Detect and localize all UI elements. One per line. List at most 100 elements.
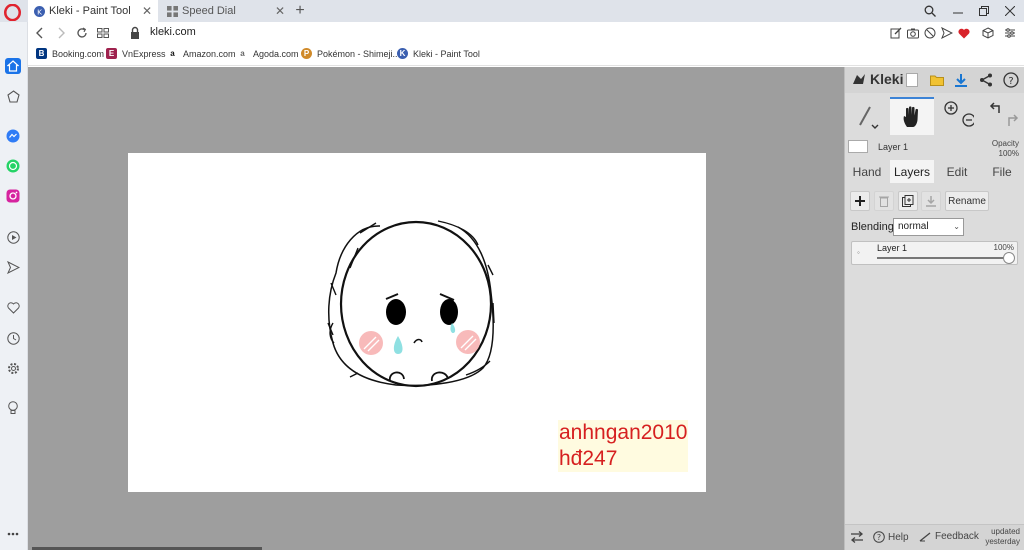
merge-down-icon: [926, 196, 936, 207]
kleki-bird-icon: [853, 74, 865, 84]
bookmark-pokemon-shimeji[interactable]: P Pokémon - Shimeji...: [301, 48, 400, 59]
undo-icon[interactable]: [989, 102, 1000, 113]
forward-icon[interactable]: [52, 24, 70, 42]
brush-tool-button[interactable]: [849, 97, 889, 135]
lightbulb-icon[interactable]: [5, 400, 21, 416]
minimize-icon[interactable]: [949, 2, 967, 20]
opacity-indicator: Opacity 100%: [992, 139, 1019, 159]
layer-item-opacity: 100%: [993, 243, 1014, 252]
extensions-cube-icon[interactable]: [980, 25, 996, 41]
tab-title: Speed Dial: [182, 5, 236, 17]
layer-item-name: Layer 1: [877, 243, 908, 253]
swap-side-icon[interactable]: [850, 531, 864, 543]
tab-layers[interactable]: Layers: [890, 160, 934, 183]
opacity-value: 100%: [998, 149, 1019, 158]
bookmark-label: Pokémon - Shimeji...: [317, 48, 401, 59]
settings-icon[interactable]: [5, 360, 21, 376]
restore-icon[interactable]: [975, 2, 993, 20]
instagram-icon[interactable]: [5, 188, 21, 204]
help-button[interactable]: ? Help: [873, 531, 909, 543]
send-icon[interactable]: [5, 259, 21, 275]
bookmarks-bar: B Booking.com E VnExpress a Amazon.com a…: [28, 44, 1024, 66]
tab-edit[interactable]: Edit: [935, 160, 979, 183]
snapshot-camera-icon[interactable]: [905, 25, 921, 41]
new-tab-button[interactable]: +: [292, 1, 308, 21]
kleki-footer: ? Help Feedback updated yesterday: [845, 524, 1024, 550]
redo-icon[interactable]: [1008, 114, 1019, 126]
vnexpress-icon: E: [106, 48, 117, 59]
close-window-icon[interactable]: [1001, 2, 1019, 20]
back-icon[interactable]: [31, 24, 49, 42]
rename-layer-button[interactable]: Rename: [945, 191, 989, 211]
kleki-tabs: Hand Layers Edit File: [845, 160, 1024, 183]
url-field[interactable]: kleki.com: [150, 26, 196, 38]
bookmark-booking[interactable]: B Booking.com: [36, 48, 104, 59]
easy-setup-icon[interactable]: [1002, 25, 1018, 41]
opacity-label: Opacity: [991, 139, 1019, 148]
opera-sidebar: [0, 22, 28, 550]
kleki-favicon-icon: K: [34, 5, 45, 17]
save-download-icon[interactable]: [952, 71, 970, 89]
delete-layer-button[interactable]: [874, 191, 894, 211]
heart-icon[interactable]: [956, 25, 972, 41]
opera-logo-icon[interactable]: [4, 4, 21, 21]
home-icon[interactable]: [5, 58, 21, 74]
layer-opacity-slider-handle[interactable]: [1003, 252, 1015, 264]
player-icon[interactable]: [5, 229, 21, 245]
canvas-workspace[interactable]: anhngan2010 hđ247: [28, 67, 844, 550]
adblock-icon[interactable]: [922, 25, 938, 41]
reload-icon[interactable]: [73, 24, 91, 42]
zoom-out-icon[interactable]: [962, 113, 974, 127]
pin-icon[interactable]: [5, 88, 21, 104]
layer-thumbnail[interactable]: [848, 140, 868, 153]
send-icon[interactable]: [939, 25, 955, 41]
hand-tool-button[interactable]: [890, 97, 934, 135]
bookmark-agoda[interactable]: a Agoda.com: [237, 48, 299, 59]
bookmark-label: Booking.com: [52, 48, 105, 59]
feedback-label: Feedback: [935, 531, 979, 542]
search-tabs-icon[interactable]: [921, 2, 939, 20]
zoom-in-icon[interactable]: [944, 101, 958, 115]
trash-icon: [879, 196, 889, 207]
layer-visibility-icon[interactable]: ◦: [857, 248, 860, 257]
more-icon[interactable]: [5, 526, 21, 542]
new-image-icon[interactable]: [903, 71, 921, 89]
close-tab-icon[interactable]: ✕: [272, 4, 288, 18]
history-icon[interactable]: [5, 330, 21, 346]
tab-kleki[interactable]: K Kleki - Paint Tool ✕: [28, 0, 158, 22]
duplicate-layer-button[interactable]: [898, 191, 918, 211]
drawing-canvas[interactable]: anhngan2010 hđ247: [128, 153, 706, 492]
bookmark-amazon[interactable]: a Amazon.com: [167, 48, 236, 59]
feedback-button[interactable]: Feedback: [919, 531, 979, 542]
svg-text:K: K: [37, 7, 42, 16]
merge-down-button[interactable]: [921, 191, 941, 211]
share-icon[interactable]: [977, 71, 995, 89]
tab-title: Kleki - Paint Tool: [49, 5, 131, 17]
messenger-icon[interactable]: [5, 128, 21, 144]
tab-overview-icon[interactable]: [94, 24, 112, 42]
tab-speed-dial[interactable]: Speed Dial ✕: [161, 0, 291, 22]
help-icon[interactable]: ?: [1002, 71, 1020, 89]
tab-file[interactable]: File: [980, 160, 1024, 183]
tab-hand[interactable]: Hand: [845, 160, 889, 183]
add-layer-button[interactable]: [850, 191, 870, 211]
whatsapp-icon[interactable]: [5, 158, 21, 174]
edit-icon[interactable]: [888, 25, 904, 41]
lock-icon[interactable]: [129, 26, 141, 40]
kleki-favicon-icon: K: [397, 48, 408, 59]
close-tab-icon[interactable]: ✕: [139, 4, 155, 18]
kleki-logo-text: Kleki: [870, 71, 904, 87]
kleki-logo[interactable]: Kleki: [851, 71, 903, 87]
updated-status[interactable]: updated yesterday: [985, 527, 1020, 547]
kleki-side-panel: Kleki ? Layer 1 Opacity 100% Hand Layers…: [844, 67, 1024, 550]
blending-value: normal: [898, 221, 929, 232]
bookmark-vnexpress[interactable]: E VnExpress: [106, 48, 166, 59]
svg-text:?: ?: [877, 533, 881, 542]
bookmark-kleki[interactable]: K Kleki - Paint Tool: [397, 48, 480, 59]
layer-opacity-slider[interactable]: [877, 257, 1009, 259]
blending-select[interactable]: normal ⌄: [893, 218, 964, 236]
layer-list-item[interactable]: ◦ Layer 1 100%: [851, 241, 1018, 265]
current-layer-name: Layer 1: [878, 142, 909, 152]
open-folder-icon[interactable]: [928, 71, 946, 89]
heart-icon[interactable]: [5, 300, 21, 316]
